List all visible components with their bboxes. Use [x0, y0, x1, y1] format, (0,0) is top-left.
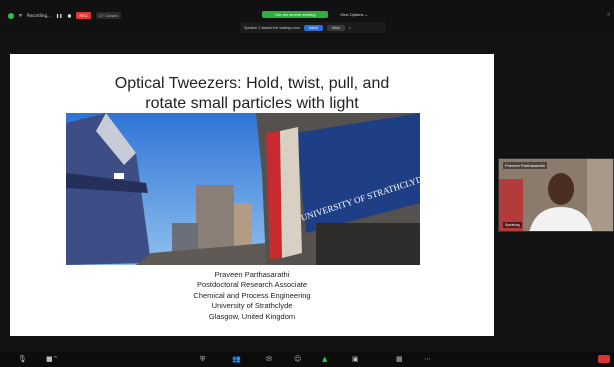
university-building-photo: UNIVERSITY OF STRATHCLYDE — [66, 113, 420, 265]
view-options-menu[interactable]: View Options ⌄ — [340, 12, 368, 17]
building-photo-drawing: UNIVERSITY OF STRATHCLYDE — [66, 113, 420, 265]
grid-view-icon[interactable]: ⠿ — [607, 12, 610, 17]
zoom-window: ⛨ Recording... ❚❚ ■ REC CT Closed You ar… — [0, 0, 614, 367]
rec-badge[interactable]: REC — [76, 12, 91, 19]
left-building-sign — [114, 173, 124, 179]
view-button[interactable]: View — [326, 24, 345, 31]
author-university: University of Strathclyde — [211, 301, 293, 311]
mic-icon[interactable]: 🎙 — [18, 355, 27, 363]
participant-video[interactable]: Praveen Parthasarathi Speaking — [498, 158, 614, 232]
top-left-status: ⛨ Recording... ❚❚ ■ REC CT Closed — [8, 12, 121, 19]
close-icon[interactable]: × — [349, 25, 351, 30]
admit-button[interactable]: Admit — [303, 24, 323, 31]
pause-icon[interactable]: ❚❚ — [56, 13, 63, 18]
screen-share-indicator[interactable]: You are screen sharing — [262, 11, 328, 18]
security-icon[interactable]: ⛨ — [200, 355, 205, 364]
stop-icon[interactable]: ■ — [68, 13, 72, 18]
video-icon[interactable]: ■⌃ — [46, 355, 58, 363]
shared-slide: Optical Tweezers: Hold, twist, pull, and… — [10, 54, 494, 336]
participants-icon[interactable]: 👥 — [232, 355, 241, 363]
background-door — [587, 159, 613, 231]
notice-text: Speaker 2 started the waiting room — [244, 25, 300, 30]
share-screen-icon[interactable]: ▲ — [322, 355, 327, 363]
end-meeting-button[interactable] — [598, 355, 610, 363]
reactions-icon[interactable]: ☺ — [294, 355, 301, 363]
slide-title: Optical Tweezers: Hold, twist, pull, and… — [10, 74, 494, 114]
chat-icon[interactable]: ✉ — [266, 355, 272, 363]
shield-icon[interactable]: ⛨ — [19, 13, 22, 18]
waiting-room-notice: Speaker 2 started the waiting room Admit… — [240, 22, 386, 33]
participant-tag: Speaking — [503, 222, 522, 228]
slide-title-line-2: rotate small particles with light — [145, 95, 359, 112]
author-position: Postdoctoral Research Associate — [196, 280, 308, 290]
record-icon[interactable]: ▣ — [352, 355, 359, 363]
top-bar: ⛨ Recording... ❚❚ ■ REC CT Closed You ar… — [0, 0, 614, 34]
slide-title-line-1: Optical Tweezers: Hold, twist, pull, and — [114, 75, 390, 92]
author-department: Chemical and Process Engineering — [193, 290, 311, 300]
participant-name: Praveen Parthasarathi — [503, 162, 547, 169]
author-name: Praveen Parthasarathi — [214, 270, 290, 279]
more-icon[interactable]: ⋯ — [424, 355, 431, 363]
main-building-base — [316, 223, 420, 265]
author-location: Glasgow, United Kingdom — [208, 311, 296, 321]
bottom-toolbar: 🎙 ■⌃ ⛨ 👥 ✉ ☺ ▲ ▣ ▦ ⋯ — [0, 352, 614, 367]
participant-head — [548, 173, 574, 205]
captions-badge[interactable]: CT Closed — [95, 12, 121, 19]
apps-icon[interactable]: ▦ — [396, 355, 403, 363]
author-credits: Praveen Parthasarathi Postdoctoral Resea… — [10, 270, 494, 322]
connection-status-icon[interactable] — [8, 12, 14, 19]
meeting-label: Recording... — [27, 13, 51, 18]
